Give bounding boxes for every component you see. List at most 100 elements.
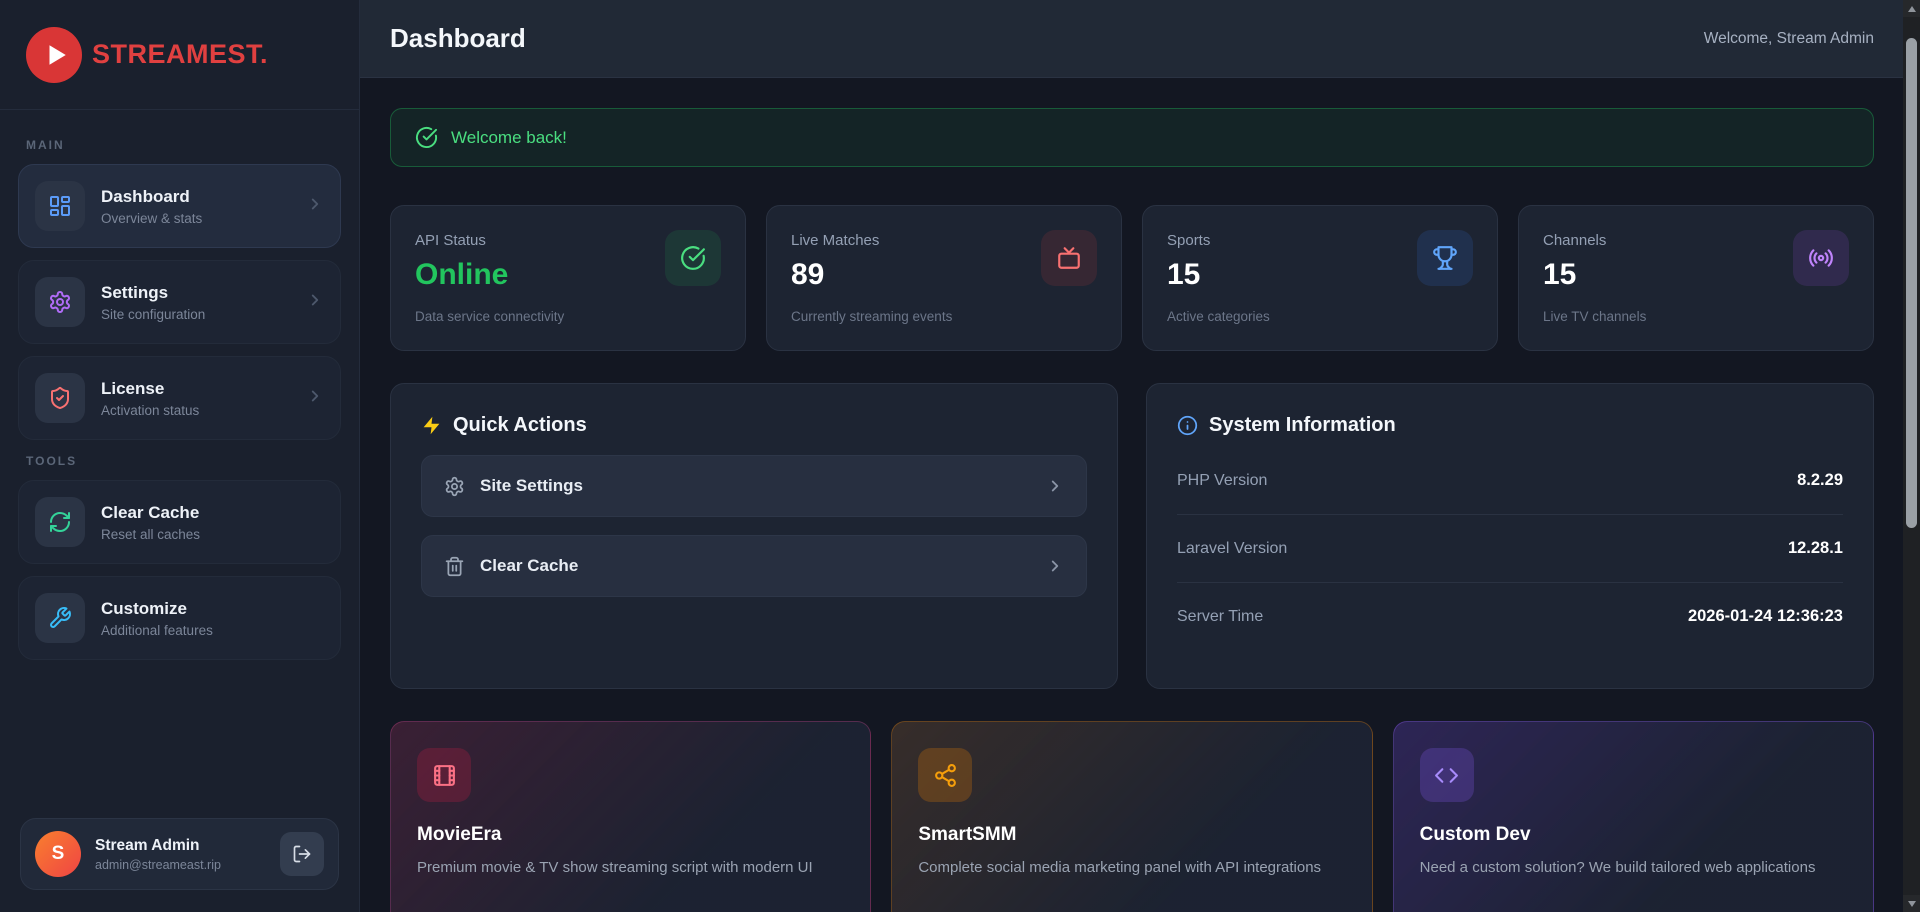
page-title: Dashboard [390,23,526,54]
refresh-icon [35,497,85,547]
stat-card-api-status: API Status Online Data service connectiv… [390,205,746,351]
nav-section-label-tools: TOOLS [26,454,333,468]
stat-card-live-matches: Live Matches 89 Currently streaming even… [766,205,1122,351]
welcome-text: Welcome, Stream Admin [1704,30,1874,48]
logo-text: STREAMEST. [92,39,268,70]
nav-item-subtitle: Site configuration [101,307,290,322]
play-logo-icon [26,27,82,83]
chevron-right-icon [1046,477,1064,495]
broadcast-icon [1793,230,1849,286]
wrench-icon [35,593,85,643]
check-circle-icon [665,230,721,286]
promo-description: Complete social media marketing panel wi… [918,857,1345,879]
sidebar-item-dashboard[interactable]: Dashboard Overview & stats [18,164,341,248]
logout-icon [292,844,312,864]
app-logo[interactable]: STREAMEST. [0,0,359,110]
scrollbar [1903,0,1920,912]
promo-description: Premium movie & TV show streaming script… [417,857,844,879]
nav-item-title: Clear Cache [101,503,324,523]
user-email: admin@streameast.rip [95,858,266,872]
system-info-value: 12.28.1 [1788,539,1843,558]
sidebar-item-customize[interactable]: Customize Additional features [18,576,341,660]
nav-item-title: Customize [101,599,324,619]
panel-title: Quick Actions [453,414,587,437]
main-content: Dashboard Welcome, Stream Admin Welcome … [360,0,1920,912]
system-info-row-laravel: Laravel Version 12.28.1 [1177,515,1843,583]
system-info-value: 8.2.29 [1797,471,1843,490]
chevron-right-icon [306,195,324,218]
system-info-row-server-time: Server Time 2026-01-24 12:36:23 [1177,583,1843,650]
sidebar-nav: MAIN Dashboard Overview & stats [0,110,359,802]
quick-action-label: Site Settings [480,476,1031,496]
system-info-label: Laravel Version [1177,540,1287,558]
welcome-alert: Welcome back! [390,108,1874,167]
sidebar-item-license[interactable]: License Activation status [18,356,341,440]
top-bar: Dashboard Welcome, Stream Admin [360,0,1920,78]
panel-title: System Information [1209,414,1396,437]
chevron-right-icon [306,291,324,314]
chevron-right-icon [1046,557,1064,575]
sidebar: STREAMEST. MAIN Dashboard Overview & sta… [0,0,360,912]
chevron-right-icon [306,387,324,410]
promo-card-movieera[interactable]: MovieEra Premium movie & TV show streami… [390,721,871,912]
promo-card-custom-dev[interactable]: Custom Dev Need a custom solution? We bu… [1393,721,1874,912]
scrollbar-down-button[interactable] [1903,895,1920,912]
stat-subtitle: Data service connectivity [415,309,721,324]
scroll-up-arrow-icon [1908,6,1916,12]
user-name: Stream Admin [95,837,266,855]
trophy-icon [1417,230,1473,286]
scroll-down-arrow-icon [1908,901,1916,907]
share-icon [918,748,972,802]
sidebar-item-clear-cache[interactable]: Clear Cache Reset all caches [18,480,341,564]
stat-subtitle: Live TV channels [1543,309,1849,324]
system-info-label: Server Time [1177,608,1263,626]
system-info-row-php: PHP Version 8.2.29 [1177,447,1843,515]
stat-subtitle: Currently streaming events [791,309,1097,324]
scrollbar-up-button[interactable] [1903,0,1920,17]
nav-item-subtitle: Overview & stats [101,211,290,226]
system-info-label: PHP Version [1177,472,1267,490]
alert-message: Welcome back! [451,128,567,148]
logout-button[interactable] [280,832,324,876]
promo-row: MovieEra Premium movie & TV show streami… [390,721,1874,912]
promo-card-smartsmm[interactable]: SmartSMM Complete social media marketing… [891,721,1372,912]
trash-icon [444,556,465,577]
quick-action-clear-cache[interactable]: Clear Cache [421,535,1087,597]
shield-check-icon [35,373,85,423]
gear-icon [35,277,85,327]
promo-title: SmartSMM [918,824,1345,846]
film-icon [417,748,471,802]
gear-icon [444,476,465,497]
app-root: STREAMEST. MAIN Dashboard Overview & sta… [0,0,1920,912]
content-area: Welcome back! API Status Online Data ser… [360,78,1920,912]
nav-item-subtitle: Activation status [101,403,290,418]
user-card: S Stream Admin admin@streameast.rip [20,818,339,890]
nav-item-title: License [101,379,290,399]
middle-row: Quick Actions Site Settings [390,383,1874,689]
stats-row: API Status Online Data service connectiv… [390,205,1874,351]
dashboard-icon [35,181,85,231]
quick-actions-panel: Quick Actions Site Settings [390,383,1118,689]
tv-icon [1041,230,1097,286]
promo-title: MovieEra [417,824,844,846]
avatar: S [35,831,81,877]
system-info-value: 2026-01-24 12:36:23 [1688,607,1843,626]
info-icon [1177,415,1198,436]
stat-card-channels: Channels 15 Live TV channels [1518,205,1874,351]
lightning-icon [421,415,442,436]
nav-item-title: Settings [101,283,290,303]
code-icon [1420,748,1474,802]
sidebar-item-settings[interactable]: Settings Site configuration [18,260,341,344]
nav-section-label-main: MAIN [26,138,333,152]
stat-subtitle: Active categories [1167,309,1473,324]
system-info-panel: System Information PHP Version 8.2.29 La… [1146,383,1874,689]
promo-description: Need a custom solution? We build tailore… [1420,857,1847,879]
promo-title: Custom Dev [1420,824,1847,846]
quick-action-site-settings[interactable]: Site Settings [421,455,1087,517]
check-circle-icon [415,126,438,149]
quick-action-label: Clear Cache [480,556,1031,576]
scrollbar-thumb[interactable] [1906,38,1917,528]
stat-card-sports: Sports 15 Active categories [1142,205,1498,351]
nav-item-title: Dashboard [101,187,290,207]
nav-item-subtitle: Additional features [101,623,324,638]
